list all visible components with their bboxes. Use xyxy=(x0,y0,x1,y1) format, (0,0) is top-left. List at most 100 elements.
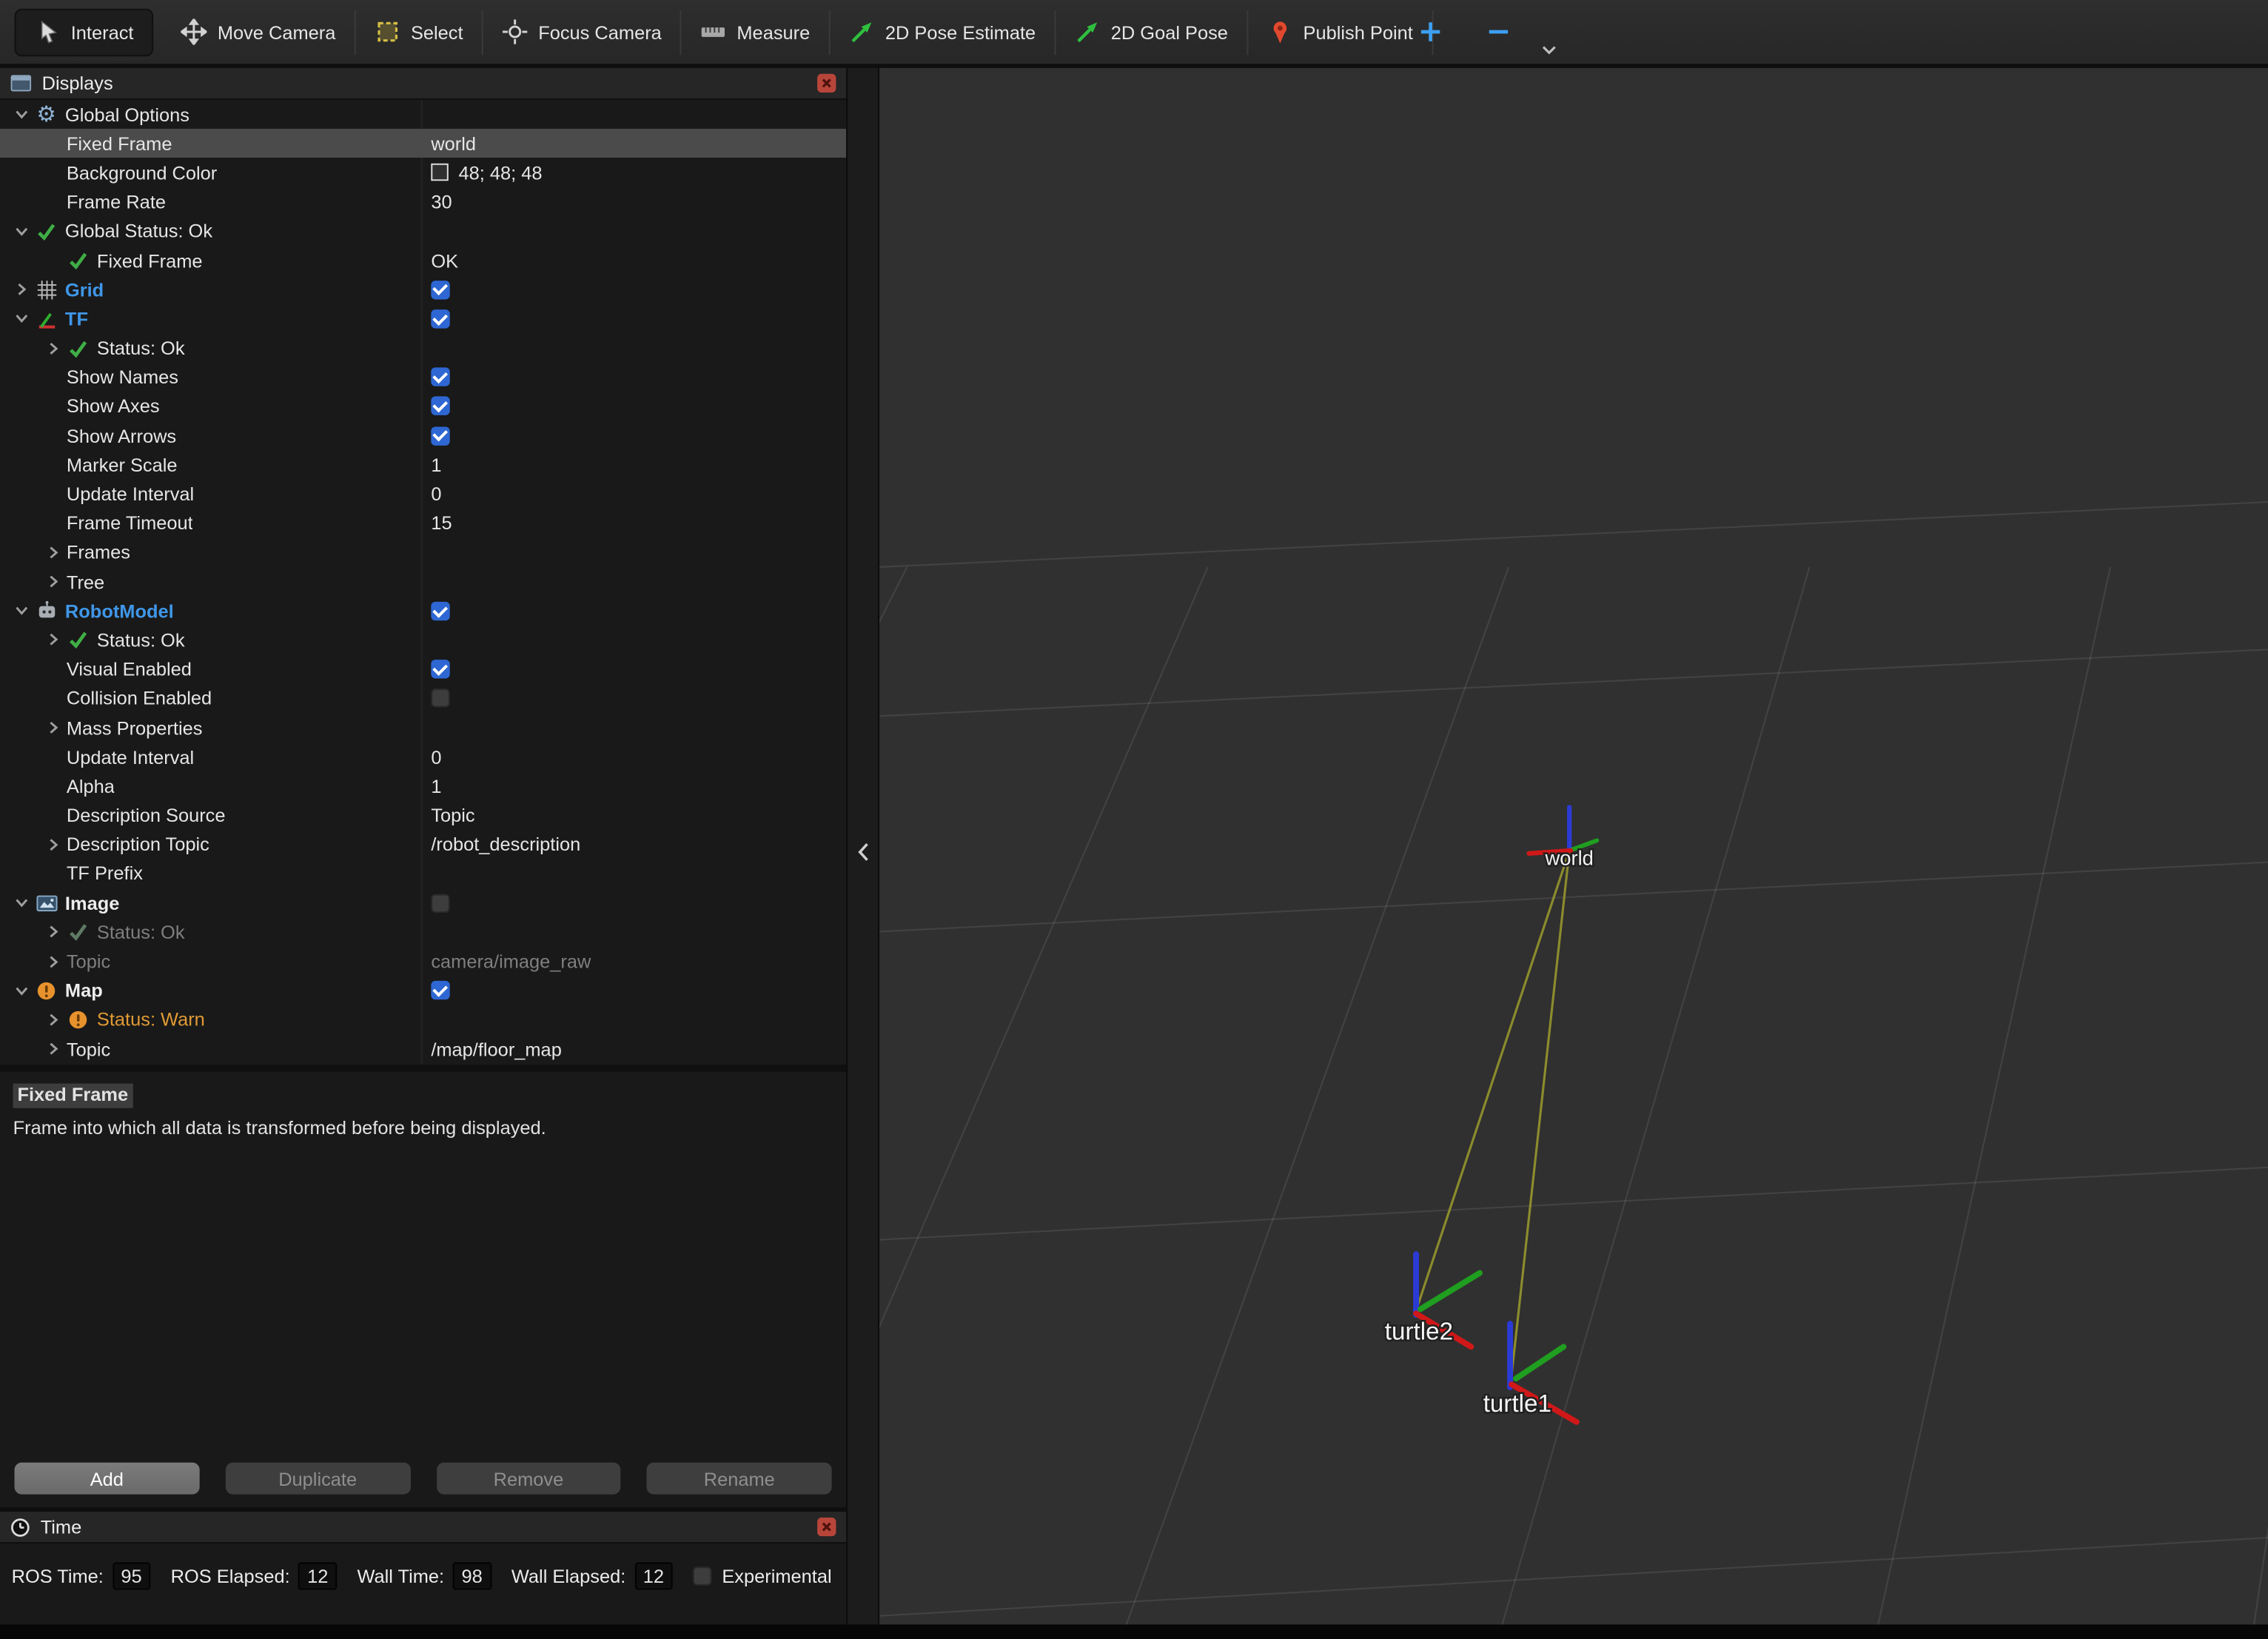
property-value-cell[interactable] xyxy=(420,596,847,626)
tree-row[interactable]: Fixed Frame OK xyxy=(0,246,846,275)
tool-focus-camera[interactable]: Focus Camera xyxy=(483,9,682,55)
tree-row[interactable]: Tree xyxy=(0,567,846,597)
property-value-cell[interactable] xyxy=(420,275,847,304)
time-field-value[interactable]: 98 xyxy=(452,1562,491,1590)
time-field-value[interactable]: 95 xyxy=(112,1562,151,1590)
tree-row[interactable]: Show Axes xyxy=(0,392,847,421)
3d-viewport[interactable]: world turtle2 turtle1 xyxy=(879,67,2268,1625)
expander-open-icon[interactable] xyxy=(9,602,35,619)
property-value-cell[interactable]: 1 xyxy=(420,771,847,801)
tree-row[interactable]: Alpha 1 xyxy=(0,771,847,801)
expander-closed-icon[interactable] xyxy=(41,923,67,940)
tree-row[interactable]: Topic/map/floor_map xyxy=(0,1034,847,1064)
property-value-cell[interactable] xyxy=(420,304,847,334)
property-checkbox[interactable] xyxy=(431,893,450,913)
tree-row[interactable]: RobotModel xyxy=(0,596,847,626)
expander-closed-icon[interactable] xyxy=(9,281,35,298)
property-value-cell[interactable] xyxy=(420,859,847,888)
experimental-checkbox[interactable] xyxy=(693,1566,712,1586)
tool-select[interactable]: Select xyxy=(356,9,483,55)
displays-close-icon[interactable] xyxy=(817,73,836,93)
property-value-cell[interactable]: /robot_description xyxy=(420,830,847,859)
tool-2d-pose-estimate[interactable]: 2D Pose Estimate xyxy=(831,9,1056,55)
property-checkbox[interactable] xyxy=(431,981,450,1000)
experimental-toggle[interactable]: Experimental xyxy=(693,1565,834,1587)
property-value-cell[interactable]: 48; 48; 48 xyxy=(420,158,847,188)
add-button[interactable]: Add xyxy=(14,1462,200,1495)
tree-row[interactable]: Grid xyxy=(0,275,846,304)
property-value-cell[interactable]: 1 xyxy=(420,450,847,480)
tool-interact[interactable]: Interact xyxy=(14,7,154,56)
property-value-cell[interactable] xyxy=(420,362,847,392)
property-checkbox[interactable] xyxy=(431,280,450,299)
expander-closed-icon[interactable] xyxy=(41,544,67,561)
property-value-cell[interactable]: 30 xyxy=(420,187,847,217)
time-close-icon[interactable] xyxy=(817,1517,836,1537)
time-field-value[interactable]: 12 xyxy=(634,1562,673,1590)
remove-tool-minus-icon[interactable] xyxy=(1486,19,1512,44)
tree-row[interactable]: Frame Timeout 15 xyxy=(0,509,847,538)
tool-2d-goal-pose[interactable]: 2D Goal Pose xyxy=(1056,9,1249,55)
expander-closed-icon[interactable] xyxy=(41,1040,67,1057)
expander-open-icon[interactable] xyxy=(9,223,35,240)
expander-closed-icon[interactable] xyxy=(41,1011,67,1028)
property-value-cell[interactable] xyxy=(420,625,847,655)
property-value-cell[interactable] xyxy=(420,683,847,714)
expander-closed-icon[interactable] xyxy=(41,953,67,970)
tree-row[interactable]: Collision Enabled xyxy=(0,683,847,714)
tree-row[interactable]: Description Topic/robot_description xyxy=(0,830,846,859)
add-tool-plus-icon[interactable] xyxy=(1418,19,1443,44)
property-value-cell[interactable] xyxy=(420,537,847,568)
tree-row[interactable]: Status: Warn xyxy=(0,1005,846,1035)
tree-row[interactable]: Update Interval 0 xyxy=(0,742,846,772)
tree-row[interactable]: TF Prefix xyxy=(0,859,846,888)
description-splitter[interactable] xyxy=(0,1065,847,1072)
tree-row[interactable]: Status: Ok xyxy=(0,333,847,363)
property-value-cell[interactable] xyxy=(420,654,847,684)
property-value-cell[interactable]: OK xyxy=(420,246,847,275)
property-value-cell[interactable]: /map/floor_map xyxy=(420,1034,847,1064)
tree-row[interactable]: Topic camera/image_raw xyxy=(0,946,847,976)
color-swatch[interactable] xyxy=(431,164,449,182)
property-value-cell[interactable]: Topic xyxy=(420,800,847,831)
property-checkbox[interactable] xyxy=(431,426,450,446)
tree-row[interactable]: TF xyxy=(0,304,847,334)
expander-open-icon[interactable] xyxy=(9,310,35,327)
tree-row[interactable]: Show Names xyxy=(0,362,847,392)
expander-closed-icon[interactable] xyxy=(41,631,67,648)
toolbar-overflow-chevron-down-icon[interactable] xyxy=(1539,44,1559,58)
property-value-cell[interactable] xyxy=(420,333,847,363)
tree-row[interactable]: Mass Properties xyxy=(0,713,846,743)
property-value-cell[interactable] xyxy=(420,888,847,918)
property-value-cell[interactable]: 0 xyxy=(420,479,847,509)
property-checkbox[interactable] xyxy=(431,367,450,387)
expander-open-icon[interactable] xyxy=(9,982,35,999)
tree-row[interactable]: Map xyxy=(0,976,846,1005)
expander-closed-icon[interactable] xyxy=(41,573,67,590)
expander-closed-icon[interactable] xyxy=(41,836,67,853)
expander-open-icon[interactable] xyxy=(9,106,35,123)
property-value-cell[interactable]: 15 xyxy=(420,509,847,538)
tool-move-camera[interactable]: Move Camera xyxy=(163,9,356,55)
property-value-cell[interactable]: world xyxy=(420,129,847,158)
property-value-cell[interactable] xyxy=(420,976,847,1005)
expander-open-icon[interactable] xyxy=(9,894,35,911)
tree-row[interactable]: Visual Enabled xyxy=(0,654,847,684)
property-value-cell[interactable] xyxy=(420,392,847,421)
panel-splitter[interactable] xyxy=(846,67,880,1625)
tree-row[interactable]: Show Arrows xyxy=(0,420,846,451)
tree-row[interactable]: Frame Rate 30 xyxy=(0,187,847,217)
tree-row[interactable]: Background Color 48; 48; 48 xyxy=(0,158,847,188)
tree-row[interactable]: Global Status: Ok xyxy=(0,216,846,247)
property-value-cell[interactable]: camera/image_raw xyxy=(420,946,847,976)
tree-row[interactable]: Image xyxy=(0,888,847,918)
property-checkbox[interactable] xyxy=(431,601,450,620)
tree-row[interactable]: Marker Scale 1 xyxy=(0,450,847,480)
tree-row[interactable]: Status: Ok xyxy=(0,625,847,655)
property-checkbox[interactable] xyxy=(431,397,450,416)
tool-publish-point[interactable]: Publish Point xyxy=(1248,9,1434,55)
expander-closed-icon[interactable] xyxy=(41,339,67,356)
property-value-cell[interactable] xyxy=(420,99,847,130)
property-checkbox[interactable] xyxy=(431,688,450,708)
tree-row[interactable]: Update Interval 0 xyxy=(0,479,847,509)
